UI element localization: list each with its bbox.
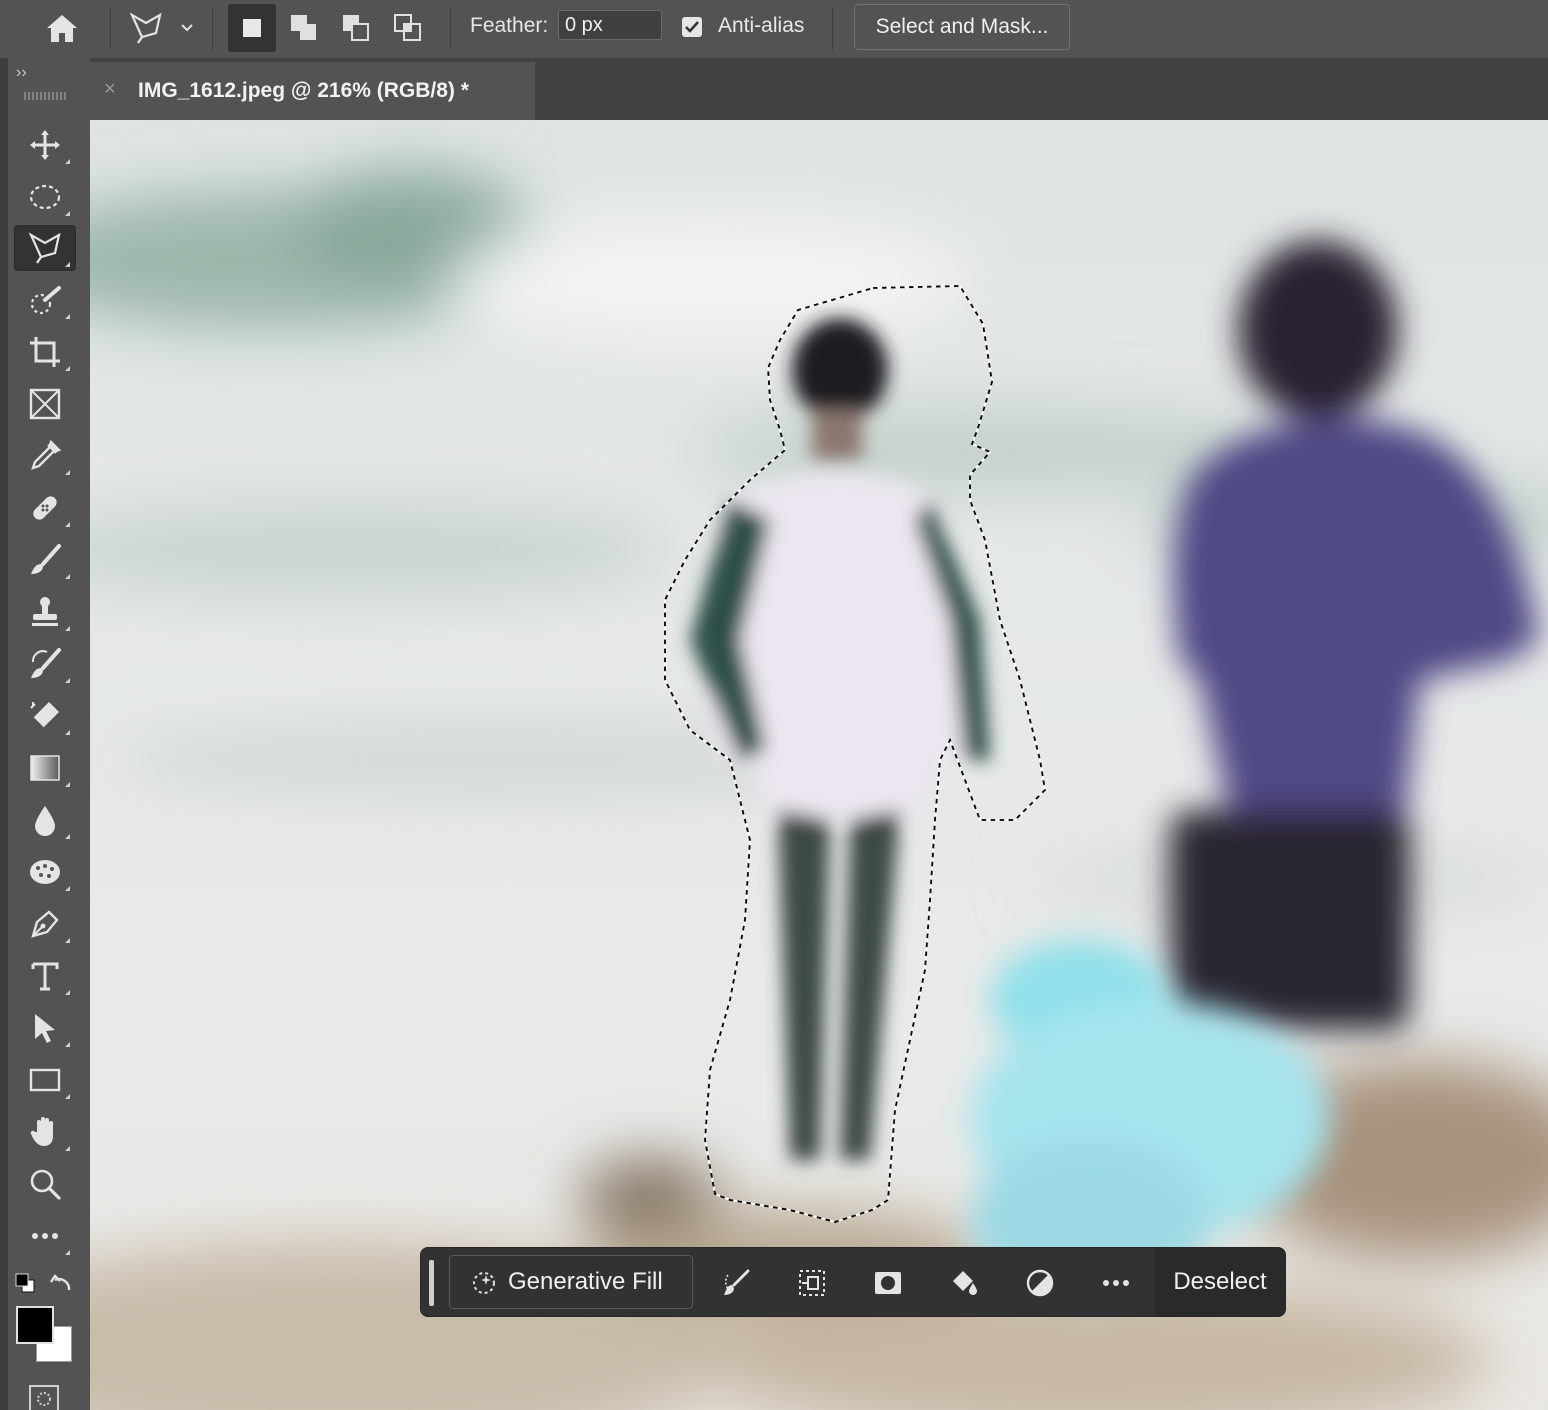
swap-colors-button[interactable] [48, 1270, 76, 1296]
new-selection-icon [243, 19, 261, 37]
generative-fill-icon [473, 1272, 495, 1294]
ellipse-marquee-icon [29, 184, 61, 210]
quick-selection-tool[interactable] [14, 277, 76, 323]
intersect-selection-button[interactable] [386, 6, 430, 50]
intersect-selection-icon [394, 14, 421, 41]
history-brush-icon [31, 648, 61, 678]
polygonal-lasso-icon [28, 232, 61, 264]
more-icon [32, 1233, 58, 1239]
frame-tool[interactable] [14, 381, 76, 427]
frame-icon [29, 388, 61, 420]
anti-alias-label: Anti-alias [718, 14, 805, 37]
add-to-selection-button[interactable] [282, 6, 326, 50]
crop-icon [30, 337, 60, 367]
tool-preset-picker[interactable] [124, 8, 168, 48]
path-selection-tool[interactable] [14, 1005, 76, 1051]
add-selection-icon [291, 15, 316, 40]
hand-icon [30, 1117, 53, 1146]
preset-dropdown[interactable] [176, 16, 198, 40]
quick-selection-icon [30, 286, 61, 315]
pen-tool[interactable] [14, 901, 76, 947]
stamp-icon [32, 597, 58, 626]
taskbar-drag-handle[interactable] [429, 1260, 434, 1306]
generative-fill-label: Generative Fill [508, 1268, 663, 1295]
contextual-task-bar: Generative Fill Deselect [420, 1247, 1286, 1317]
gradient-icon [30, 755, 60, 781]
chevron-down-icon [181, 24, 193, 32]
gradient-tool[interactable] [14, 745, 76, 791]
deselect-button[interactable]: Deselect [1155, 1248, 1285, 1316]
foreground-color-swatch[interactable] [16, 1306, 54, 1344]
transform-selection-button[interactable] [792, 1263, 832, 1303]
home-icon [47, 15, 77, 42]
generative-fill-button[interactable]: Generative Fill [449, 1255, 693, 1309]
modify-selection-button[interactable] [716, 1263, 756, 1303]
zoom-tool[interactable] [14, 1161, 76, 1207]
subtract-selection-icon [343, 15, 369, 41]
arrow-icon [35, 1014, 55, 1043]
crop-tool[interactable] [14, 329, 76, 375]
drop-icon [35, 806, 55, 836]
default-colors-button[interactable] [12, 1270, 38, 1296]
eyedropper-icon [31, 439, 62, 470]
fill-bucket-icon [953, 1271, 977, 1295]
edit-toolbar[interactable] [14, 1213, 76, 1259]
modify-brush-icon [724, 1269, 750, 1295]
eraser-tool[interactable] [14, 693, 76, 739]
type-icon [31, 962, 59, 991]
new-selection-button[interactable] [228, 4, 276, 52]
pen-icon [31, 910, 59, 938]
more-icon [1103, 1280, 1129, 1286]
fill-selection-button[interactable] [943, 1263, 983, 1303]
blur-tool[interactable] [14, 797, 76, 843]
anti-alias-checkbox[interactable] [682, 17, 702, 37]
panel-grip[interactable] [24, 92, 66, 100]
hand-tool[interactable] [14, 1109, 76, 1155]
adjustment-layer-button[interactable] [1020, 1263, 1060, 1303]
swap-arrow-icon [50, 1274, 71, 1291]
subtract-selection-button[interactable] [334, 6, 378, 50]
document-tab[interactable]: × IMG_1612.jpeg @ 216% (RGB/8) * [90, 62, 535, 120]
quick-mask-icon [29, 1385, 59, 1410]
eraser-icon [30, 702, 59, 729]
brush-tool[interactable] [14, 537, 76, 583]
options-bar: Feather: 0 px Anti-alias Select and Mask… [0, 0, 1548, 59]
document-canvas[interactable] [90, 120, 1548, 1410]
checkmark-icon [685, 21, 699, 33]
default-colors-icon [15, 1273, 35, 1293]
document-tab-bar: × IMG_1612.jpeg @ 216% (RGB/8) * [90, 58, 1548, 120]
move-icon [30, 130, 60, 160]
feather-input[interactable]: 0 px [558, 10, 662, 40]
type-tool[interactable] [14, 953, 76, 999]
create-mask-button[interactable] [868, 1263, 908, 1303]
elliptical-marquee-tool[interactable] [14, 174, 76, 220]
more-options-button[interactable] [1096, 1263, 1136, 1303]
photo-canvas [90, 120, 1548, 1410]
feather-label: Feather: [470, 14, 549, 37]
bandage-icon [33, 496, 57, 520]
close-tab-icon[interactable]: × [104, 78, 116, 101]
collapse-panel-toggle[interactable]: ›› [16, 64, 27, 82]
tools-panel: ›› [0, 58, 90, 1410]
sponge-icon [30, 860, 60, 884]
eyedropper-tool[interactable] [14, 433, 76, 479]
clone-stamp-tool[interactable] [14, 589, 76, 635]
mask-icon [875, 1272, 901, 1294]
move-tool[interactable] [14, 122, 76, 168]
transform-selection-icon [799, 1270, 825, 1296]
polygonal-lasso-icon [129, 12, 162, 44]
adjustment-icon [1026, 1269, 1054, 1297]
sponge-tool[interactable] [14, 849, 76, 895]
healing-brush-tool[interactable] [14, 485, 76, 531]
magnifier-icon [30, 1169, 61, 1200]
rectangle-icon [29, 1068, 61, 1092]
brush-icon [31, 544, 61, 574]
document-title: IMG_1612.jpeg @ 216% (RGB/8) * [138, 79, 469, 102]
polygonal-lasso-tool[interactable] [14, 225, 76, 271]
select-and-mask-button[interactable]: Select and Mask... [854, 4, 1070, 50]
home-button[interactable] [40, 8, 84, 48]
rectangle-tool[interactable] [14, 1057, 76, 1103]
quick-mask-button[interactable] [26, 1384, 62, 1410]
history-brush-tool[interactable] [14, 641, 76, 687]
